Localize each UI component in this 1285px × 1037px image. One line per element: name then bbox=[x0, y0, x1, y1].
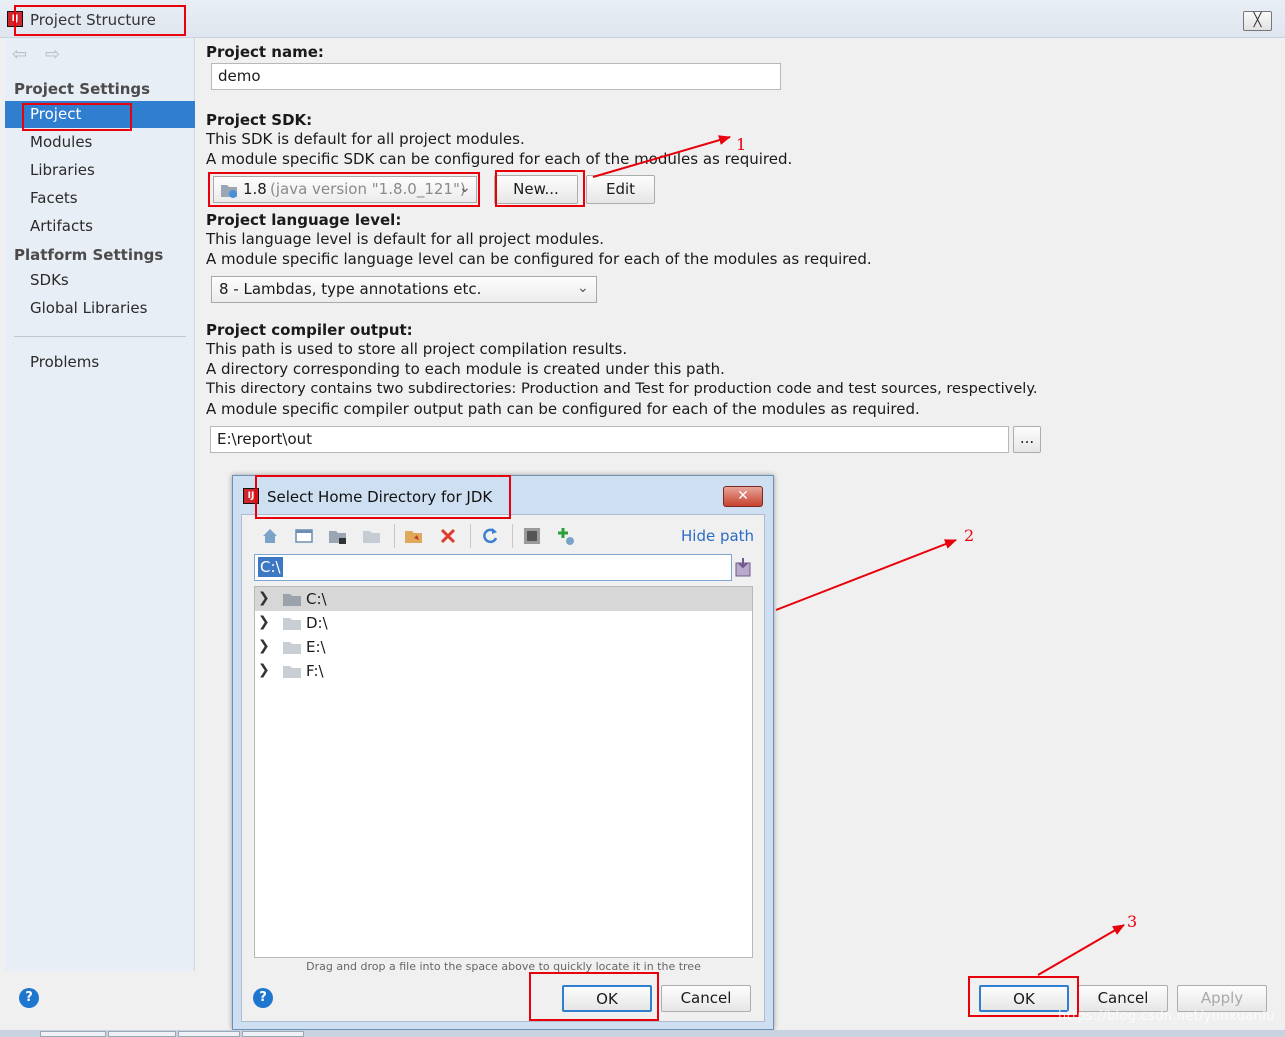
annotation-arrows bbox=[592, 135, 1125, 976]
annotation-arrow-3 bbox=[1037, 924, 1125, 976]
annotation-arrow-2 bbox=[775, 539, 957, 611]
annotation-marker-1: 1 bbox=[736, 135, 747, 154]
annotation-marker-3: 3 bbox=[1127, 912, 1138, 931]
watermark-text: https://blog.csdn.net/yunxuanIu bbox=[1058, 1009, 1275, 1024]
annotation-arrow-1 bbox=[592, 135, 731, 178]
annotation-marker-2: 2 bbox=[964, 526, 975, 545]
